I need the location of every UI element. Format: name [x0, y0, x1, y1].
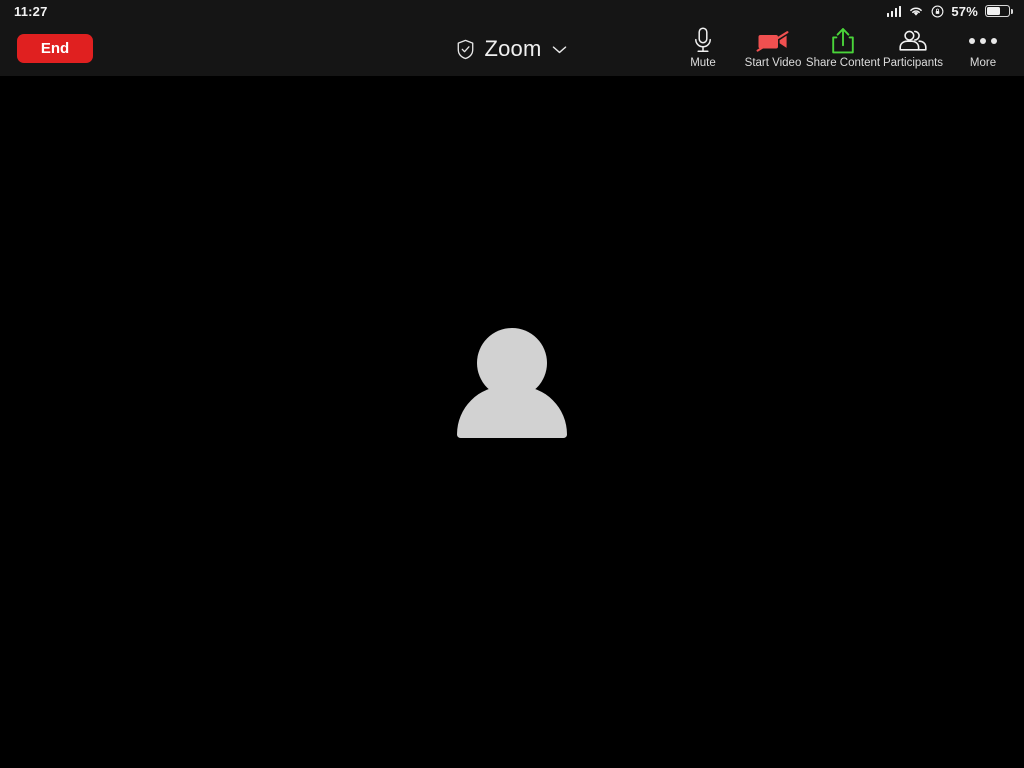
- participants-label: Participants: [882, 57, 944, 69]
- more-button[interactable]: More: [948, 22, 1018, 76]
- start-video-button[interactable]: Start Video: [738, 22, 808, 76]
- video-off-icon: [754, 26, 792, 56]
- avatar-body: [457, 386, 567, 438]
- toolbar-actions: Mute Start Video Share Content Participa…: [668, 22, 1018, 76]
- microphone-icon: [691, 26, 715, 56]
- start-video-label: Start Video: [744, 57, 802, 69]
- zoom-meeting-screen: 11:27 57% End Zoom Mute Start Video Shar…: [0, 0, 1024, 768]
- status-bar: 11:27 57%: [0, 0, 1024, 22]
- rotation-lock-icon: [931, 5, 944, 18]
- more-label: More: [969, 57, 997, 69]
- share-content-label: Share Content: [805, 57, 881, 69]
- wifi-icon: [908, 5, 924, 17]
- status-indicators: 57%: [886, 3, 1013, 19]
- battery-icon: [985, 5, 1013, 17]
- shield-check-icon: [456, 39, 475, 60]
- mute-button[interactable]: Mute: [668, 22, 738, 76]
- video-stage[interactable]: [0, 76, 1024, 768]
- ellipsis-icon: [969, 26, 997, 56]
- participants-button[interactable]: Participants: [878, 22, 948, 76]
- cellular-signal-icon: [886, 5, 902, 17]
- share-content-button[interactable]: Share Content: [805, 22, 881, 76]
- meeting-toolbar: End Zoom Mute Start Video Share Content …: [0, 22, 1024, 76]
- mute-label: Mute: [690, 57, 716, 69]
- status-time: 11:27: [14, 3, 48, 19]
- battery-percent-label: 57%: [951, 3, 978, 19]
- meeting-title: Zoom: [484, 36, 542, 61]
- chevron-down-icon[interactable]: [551, 44, 568, 55]
- participants-icon: [896, 26, 930, 56]
- person-placeholder-icon: [457, 328, 567, 438]
- share-upload-icon: [830, 26, 856, 56]
- end-meeting-button[interactable]: End: [17, 34, 93, 63]
